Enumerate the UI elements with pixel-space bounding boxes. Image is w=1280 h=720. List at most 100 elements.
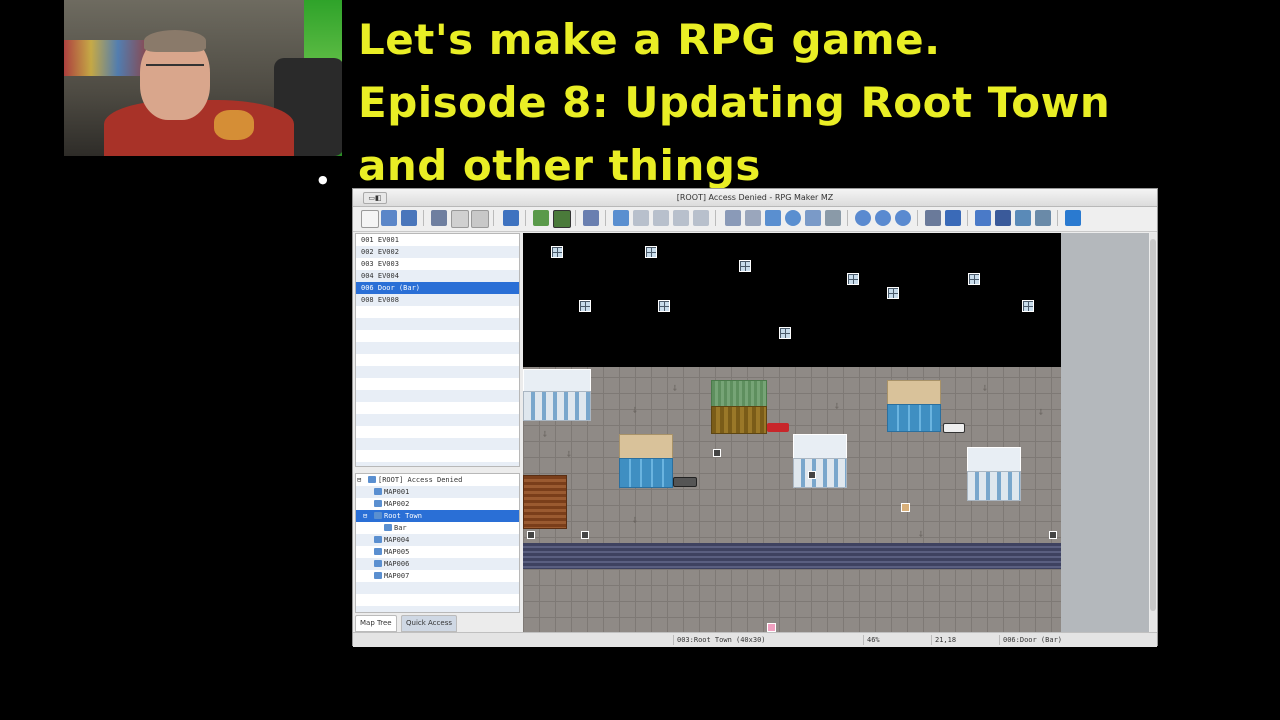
layer-auto-icon[interactable] — [613, 210, 629, 226]
map-tree: ⊟ [ROOT] Access Denied MAP001 MAP002 ⊟ R… — [355, 473, 520, 613]
apple-icon: ● — [318, 173, 328, 186]
tree-node-project[interactable]: ⊟ [ROOT] Access Denied — [356, 474, 519, 486]
map-canvas[interactable]: ⸸ ⸸ ⸸ ⸸ ⸸ ⸸ ⸸ ⸸ ⸸ — [523, 233, 1061, 632]
tree-node-label: Bar — [394, 524, 407, 532]
sky-window-tile — [779, 327, 791, 339]
layer-4-icon[interactable] — [693, 210, 709, 226]
pencil-icon[interactable] — [725, 210, 741, 226]
collapse-icon[interactable]: ⊟ — [357, 474, 361, 486]
layer-1-icon[interactable] — [633, 210, 649, 226]
map-mode-icon[interactable] — [533, 210, 549, 226]
sky-window-tile — [847, 273, 859, 285]
map-icon — [374, 488, 382, 495]
tree-node-label: MAP002 — [384, 500, 410, 508]
toolbar-separator — [605, 210, 606, 226]
building-roof — [793, 434, 847, 460]
dark-car — [673, 477, 697, 487]
tree-node[interactable]: Bar — [356, 522, 519, 534]
list-item[interactable]: 008 EV008 — [356, 294, 519, 306]
event-marker[interactable] — [581, 531, 589, 539]
tree-node-label: Root Town — [384, 512, 422, 520]
zoom-out-icon[interactable] — [875, 210, 891, 226]
scrollbar-thumb[interactable] — [1150, 239, 1156, 611]
list-item[interactable]: 004 EV004 — [356, 270, 519, 282]
webcam-shirt-logo — [214, 110, 254, 140]
character-generator-icon[interactable] — [1035, 210, 1051, 226]
window-control-button[interactable]: ▭◧ — [363, 192, 387, 204]
cut-icon[interactable] — [431, 210, 447, 226]
shadow-pen-icon[interactable] — [825, 210, 841, 226]
layer-2-icon[interactable] — [653, 210, 669, 226]
layer-3-icon[interactable] — [673, 210, 689, 226]
ground-crack: ⸸ — [983, 384, 987, 393]
video-title: Let's make a RPG game. Episode 8: Updati… — [358, 8, 1258, 197]
status-divider — [999, 635, 1000, 645]
sky-window-tile — [551, 246, 563, 258]
tree-node-label: MAP007 — [384, 572, 410, 580]
event-marker[interactable] — [527, 531, 535, 539]
rectangle-icon[interactable] — [765, 210, 781, 226]
event-searcher-icon[interactable] — [995, 210, 1011, 226]
toolbar-separator — [525, 210, 526, 226]
player-start-marker[interactable] — [767, 623, 776, 632]
plugin-manager-icon[interactable] — [945, 210, 961, 226]
status-coordinates: 21,18 — [935, 636, 957, 644]
tree-node-label: MAP004 — [384, 536, 410, 544]
zoom-in-icon[interactable] — [855, 210, 871, 226]
eraser-icon[interactable] — [745, 210, 761, 226]
map-icon — [384, 524, 392, 531]
collapse-icon[interactable]: ⊟ — [363, 510, 367, 522]
fill-icon[interactable] — [805, 210, 821, 226]
database-icon[interactable] — [925, 210, 941, 226]
window-title: [ROOT] Access Denied - RPG Maker MZ — [676, 193, 834, 202]
copy-icon[interactable] — [451, 210, 469, 228]
sound-test-icon[interactable] — [975, 210, 991, 226]
building-facade — [711, 406, 767, 434]
region-mode-icon[interactable] — [583, 210, 599, 226]
sky-window-tile — [645, 246, 657, 258]
open-project-icon[interactable] — [381, 210, 397, 226]
ellipse-icon[interactable] — [785, 210, 801, 226]
event-marker[interactable] — [1049, 531, 1057, 539]
tree-node[interactable]: MAP001 — [356, 486, 519, 498]
event-marker-character[interactable] — [901, 503, 910, 512]
list-item[interactable]: 001 EV001 — [356, 234, 519, 246]
event-mode-icon[interactable] — [553, 210, 571, 228]
red-car — [767, 423, 789, 432]
tree-node[interactable]: MAP007 — [356, 570, 519, 582]
resource-manager-icon[interactable] — [1015, 210, 1031, 226]
wooden-house — [523, 475, 567, 529]
list-item-selected[interactable]: 006 Door (Bar) — [356, 282, 519, 294]
undo-icon[interactable] — [503, 210, 519, 226]
building-roof — [523, 369, 591, 393]
map-icon — [374, 560, 382, 567]
white-car — [943, 423, 965, 433]
ground-crack: ⸸ — [567, 450, 571, 459]
new-project-icon[interactable] — [361, 210, 379, 228]
tree-node[interactable]: MAP005 — [356, 546, 519, 558]
playtest-icon[interactable] — [1065, 210, 1081, 226]
event-marker[interactable] — [808, 471, 816, 479]
actual-size-icon[interactable] — [895, 210, 911, 226]
sky-window-tile — [968, 273, 980, 285]
map-icon — [374, 572, 382, 579]
ground-crack: ⸸ — [633, 516, 637, 525]
map-icon — [374, 548, 382, 555]
tree-node[interactable]: MAP002 — [356, 498, 519, 510]
ground-crack: ⸸ — [835, 402, 839, 411]
tree-node-selected[interactable]: ⊟ Root Town — [356, 510, 519, 522]
event-marker[interactable] — [713, 449, 721, 457]
map-icon — [374, 500, 382, 507]
vertical-scrollbar[interactable] — [1150, 233, 1156, 632]
tree-node[interactable]: MAP006 — [356, 558, 519, 570]
webcam-person-hair — [144, 30, 206, 52]
tab-quick-access[interactable]: Quick Access — [401, 615, 457, 632]
save-project-icon[interactable] — [401, 210, 417, 226]
tree-node[interactable]: MAP004 — [356, 534, 519, 546]
list-item[interactable]: 003 EV003 — [356, 258, 519, 270]
toolbar-separator — [1057, 210, 1058, 226]
tab-map-tree[interactable]: Map Tree — [355, 615, 397, 632]
building-facade — [523, 391, 591, 421]
list-item[interactable]: 002 EV002 — [356, 246, 519, 258]
paste-icon[interactable] — [471, 210, 489, 228]
